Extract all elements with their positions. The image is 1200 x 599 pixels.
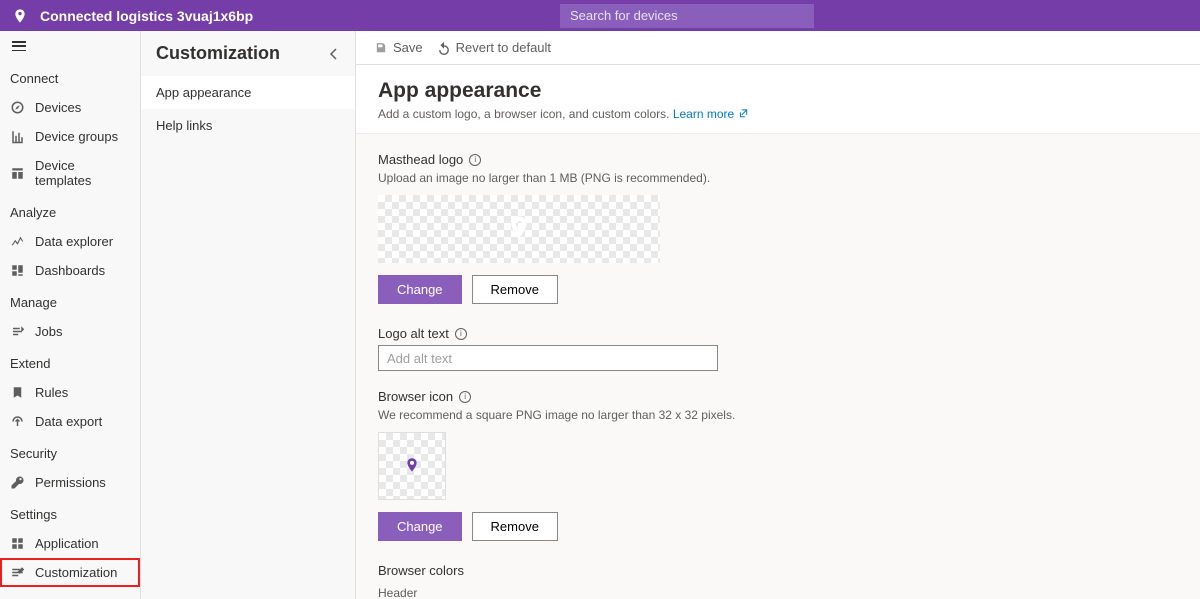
chevron-left-icon[interactable]	[328, 48, 340, 60]
sidebar-item-jobs[interactable]: Jobs	[0, 317, 140, 346]
rules-icon	[10, 385, 25, 400]
save-icon	[374, 41, 388, 55]
sidebar-item-label: Dashboards	[35, 263, 105, 278]
revert-icon	[437, 41, 451, 55]
jobs-icon	[10, 324, 25, 339]
sidebar-group-label: Connect	[0, 61, 140, 93]
app-title: Connected logistics 3vuaj1x6bp	[40, 8, 253, 24]
subnav-title: Customization	[156, 43, 280, 64]
sidebar-group-label: Security	[0, 436, 140, 468]
sidebar-group-label: Manage	[0, 285, 140, 317]
subnav: Customization App appearanceHelp links	[141, 31, 356, 599]
subnav-item-app-appearance[interactable]: App appearance	[141, 76, 355, 109]
page-title: App appearance	[378, 79, 1178, 103]
external-link-icon	[738, 108, 748, 118]
info-icon[interactable]: i	[455, 328, 467, 340]
info-icon[interactable]: i	[459, 391, 471, 403]
sidebar-item-data-export[interactable]: Data export	[0, 407, 140, 436]
browser-icon-preview	[378, 432, 446, 500]
sidebar-item-device-groups[interactable]: Device groups	[0, 122, 140, 151]
sidebar-item-label: Data explorer	[35, 234, 113, 249]
sidebar-item-label: Rules	[35, 385, 68, 400]
compass-icon	[10, 100, 25, 115]
sidebar: Connect Devices Device groups Device templa…	[0, 31, 141, 599]
masthead-hint: Upload an image no larger than 1 MB (PNG…	[378, 171, 1178, 185]
browser-icon-change-button[interactable]: Change	[378, 512, 462, 541]
learn-more-link[interactable]: Learn more	[673, 107, 748, 121]
sidebar-item-label: Device templates	[35, 158, 130, 188]
sidebar-item-data-explorer[interactable]: Data explorer	[0, 227, 140, 256]
customize-icon	[10, 565, 25, 580]
sidebar-group-label: Settings	[0, 497, 140, 529]
info-icon[interactable]: i	[469, 154, 481, 166]
content: Save Revert to default App appearance Ad…	[356, 31, 1200, 599]
pin-icon	[404, 454, 420, 476]
subnav-item-help-links[interactable]: Help links	[141, 109, 355, 142]
linechart-icon	[10, 234, 25, 249]
masthead-remove-button[interactable]: Remove	[472, 275, 558, 304]
sidebar-item-label: Permissions	[35, 475, 106, 490]
browser-icon-remove-button[interactable]: Remove	[472, 512, 558, 541]
sidebar-item-label: Jobs	[35, 324, 62, 339]
barchart-icon	[10, 129, 25, 144]
masthead-label: Masthead logo i	[378, 152, 1178, 167]
grid-icon	[10, 536, 25, 551]
sidebar-item-label: Device groups	[35, 129, 118, 144]
sidebar-item-label: Data export	[35, 414, 102, 429]
alt-label: Logo alt text i	[378, 326, 1178, 341]
browser-colors-label: Browser colors	[378, 563, 1178, 578]
browser-icon-hint: We recommend a square PNG image no large…	[378, 408, 1178, 422]
sidebar-item-label: Application	[35, 536, 99, 551]
sidebar-item-dashboards[interactable]: Dashboards	[0, 256, 140, 285]
app-header: Connected logistics 3vuaj1x6bp	[0, 0, 1200, 31]
masthead-logo-preview	[378, 195, 660, 263]
search-wrap	[560, 4, 814, 28]
save-button[interactable]: Save	[374, 40, 423, 55]
header-color-label: Header	[378, 586, 1178, 599]
search-input[interactable]	[560, 4, 814, 28]
template-icon	[10, 166, 25, 181]
toolbar: Save Revert to default	[356, 31, 1200, 65]
masthead-change-button[interactable]: Change	[378, 275, 462, 304]
sidebar-item-devices[interactable]: Devices	[0, 93, 140, 122]
sidebar-item-rules[interactable]: Rules	[0, 378, 140, 407]
sidebar-item-permissions[interactable]: Permissions	[0, 468, 140, 497]
export-icon	[10, 414, 25, 429]
sidebar-group-label: Extend	[0, 346, 140, 378]
browser-icon-label: Browser icon i	[378, 389, 1178, 404]
key-icon	[10, 475, 25, 490]
sidebar-item-label: Customization	[35, 565, 117, 580]
pin-icon	[506, 210, 532, 244]
sidebar-item-customization[interactable]: Customization	[0, 558, 140, 587]
revert-button[interactable]: Revert to default	[437, 40, 551, 55]
page-description: Add a custom logo, a browser icon, and c…	[378, 107, 1178, 121]
sidebar-group-label: Analyze	[0, 195, 140, 227]
sidebar-item-application[interactable]: Application	[0, 529, 140, 558]
dashboard-icon	[10, 263, 25, 278]
sidebar-item-device-templates[interactable]: Device templates	[0, 151, 140, 195]
sidebar-item-label: Devices	[35, 100, 81, 115]
location-pin-icon	[12, 8, 28, 24]
alt-text-input[interactable]	[378, 345, 718, 371]
hamburger-button[interactable]	[0, 31, 140, 61]
